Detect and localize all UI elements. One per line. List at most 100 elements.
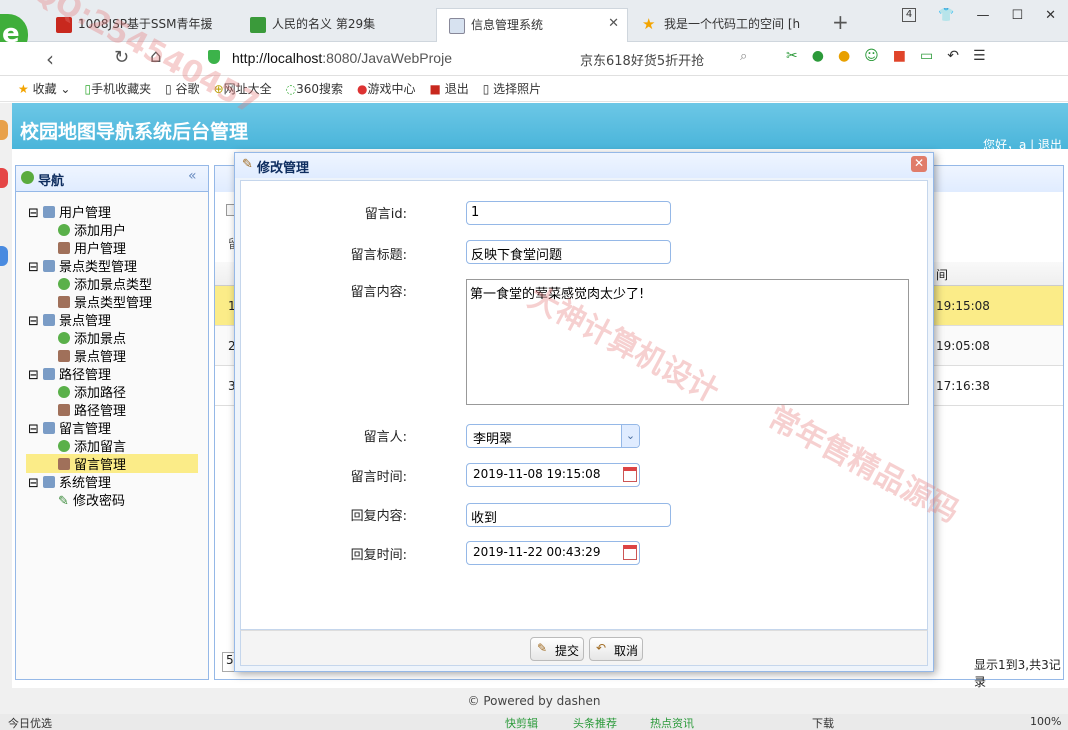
tab-favicon-icon xyxy=(250,17,266,33)
cancel-button[interactable]: ↶ 取消 xyxy=(589,637,643,661)
bookmark-mobile[interactable]: ▯手机收藏夹 xyxy=(84,80,151,101)
nav-item-spot-type-manage[interactable]: 景点类型管理 xyxy=(58,292,152,311)
tab-favicon-icon xyxy=(449,18,465,34)
strip-app-icon[interactable] xyxy=(0,120,8,140)
nav-item-spot-manage[interactable]: 景点管理 xyxy=(58,346,126,365)
browser-tab-4[interactable]: ★ 我是一个代码工的空间 [h xyxy=(630,8,820,42)
nav-group-spots[interactable]: ⊟ 景点管理 xyxy=(28,310,111,329)
status-left[interactable]: 今日优选 xyxy=(8,715,52,730)
bookmark-nav[interactable]: ⊕网址大全 xyxy=(214,80,272,101)
home-icon[interactable]: ⌂ xyxy=(150,46,161,67)
refresh-icon[interactable]: ↻ xyxy=(114,47,129,68)
battery-icon[interactable]: ▭ xyxy=(920,48,933,64)
bookmark-favorites[interactable]: ★ 收藏 ⌄ xyxy=(18,80,70,101)
nav-group-spot-types[interactable]: ⊟ 景点类型管理 xyxy=(28,256,137,275)
bookmark-google[interactable]: ▯ 谷歌 xyxy=(165,80,199,101)
nav-group-system[interactable]: ⊟ 系统管理 xyxy=(28,472,111,491)
label-message-person: 留言人: xyxy=(363,430,407,445)
nav-item-path-manage[interactable]: 路径管理 xyxy=(58,400,126,419)
user-icon xyxy=(58,458,70,470)
strip-app-icon[interactable] xyxy=(0,246,8,266)
label-message-time: 留言时间: xyxy=(350,470,407,485)
reply-time-input[interactable]: 2019-11-22 00:43:29 xyxy=(466,541,640,565)
browser-tab-active[interactable]: 信息管理系统 ✕ xyxy=(436,8,628,42)
message-person-select[interactable]: 李明翠 ⌄ xyxy=(466,424,640,448)
chevron-down-icon[interactable]: ⌄ xyxy=(621,425,639,447)
star-icon: ★ xyxy=(642,15,656,33)
folder-icon xyxy=(43,368,56,380)
nav-item-add-message[interactable]: 添加留言 xyxy=(58,436,126,455)
search-icon[interactable]: ⌕ xyxy=(740,49,747,64)
row-time: 19:05:08 xyxy=(936,339,990,353)
dialog-footer xyxy=(240,630,928,666)
new-tab-button[interactable]: + xyxy=(832,10,849,34)
emoji-icon[interactable]: ☺ xyxy=(864,48,879,64)
close-window-icon[interactable]: ✕ xyxy=(1045,8,1056,32)
bookmark-photos[interactable]: ▯ 选择照片 xyxy=(483,80,541,101)
nav-item-add-spot[interactable]: 添加景点 xyxy=(58,328,126,347)
tab-favicon-icon xyxy=(56,17,72,33)
nav-item-add-spot-type[interactable]: 添加景点类型 xyxy=(58,274,152,293)
undo-icon[interactable]: ↶ xyxy=(947,48,959,64)
nav-item-add-path[interactable]: 添加路径 xyxy=(58,382,126,401)
bookmark-exit[interactable]: ■ 退出 xyxy=(430,80,469,101)
exit-icon: ■ xyxy=(429,82,441,96)
browser-tab-1[interactable]: 1008JSP基于SSM青年援 xyxy=(44,8,234,42)
dialog-close-icon[interactable]: ✕ xyxy=(911,156,927,172)
scissors-icon[interactable]: ✂ xyxy=(786,48,798,64)
nav-group-messages[interactable]: ⊟ 留言管理 xyxy=(28,418,111,437)
nav-item-user-manage[interactable]: 用户管理 xyxy=(58,238,126,257)
strip-app-icon[interactable] xyxy=(0,168,8,188)
folder-icon xyxy=(43,422,56,434)
bookmark-360[interactable]: ◌360搜索 xyxy=(286,80,343,101)
bookmark-games[interactable]: ●游戏中心 xyxy=(357,80,416,101)
menu-icon[interactable]: ☰ xyxy=(973,48,986,64)
nav-group-users[interactable]: ⊟ 用户管理 xyxy=(28,202,111,221)
add-icon xyxy=(58,278,70,290)
pencil-icon: ✎ xyxy=(58,494,69,509)
message-id-input[interactable]: 1 xyxy=(466,201,671,225)
calendar-icon[interactable] xyxy=(623,545,637,560)
nav-item-add-user[interactable]: 添加用户 xyxy=(58,220,126,239)
status-item[interactable]: 下载 xyxy=(812,715,834,730)
message-time-input[interactable]: 2019-11-08 19:15:08 xyxy=(466,463,640,487)
status-item[interactable]: 头条推荐 xyxy=(573,715,617,730)
folder-icon xyxy=(43,206,56,218)
folder-icon xyxy=(43,314,56,326)
undo-icon: ↶ xyxy=(596,641,607,655)
apps-icon[interactable]: ■ xyxy=(893,48,906,64)
add-icon xyxy=(58,224,70,236)
message-title-input[interactable]: 反映下食堂问题 xyxy=(466,240,671,264)
status-item[interactable]: 快剪辑 xyxy=(505,715,538,730)
calendar-icon[interactable] xyxy=(623,467,637,482)
browser-tab-2[interactable]: 人民的名义 第29集 xyxy=(238,8,434,42)
edit-icon: ✎ xyxy=(242,157,253,172)
coin-icon[interactable]: ● xyxy=(838,48,850,64)
collapse-icon[interactable]: « xyxy=(188,168,197,184)
message-content-textarea[interactable]: 第一食堂的荤菜感觉肉太少了! xyxy=(466,279,909,405)
minimize-icon[interactable]: — xyxy=(976,8,989,32)
close-tab-icon[interactable]: ✕ xyxy=(608,16,619,31)
maximize-icon[interactable]: ☐ xyxy=(1011,8,1023,32)
hot-search-text[interactable]: 京东618好货5折开抢 xyxy=(580,47,760,69)
window-count-badge[interactable]: 4 xyxy=(901,8,917,22)
user-icon xyxy=(58,404,70,416)
user-greeting[interactable]: 您好，a | 退出 xyxy=(983,136,1062,153)
column-header-time: 间 xyxy=(936,268,949,282)
shirt-icon[interactable]: 👕 xyxy=(938,8,954,32)
back-icon[interactable]: ‹ xyxy=(46,47,54,71)
status-item[interactable]: 热点资讯 xyxy=(650,715,694,730)
add-icon xyxy=(58,440,70,452)
nav-item-message-manage[interactable]: 留言管理 xyxy=(26,454,198,473)
add-icon xyxy=(58,332,70,344)
url-input[interactable]: http://localhost:8080/JavaWebProje xyxy=(232,47,602,71)
submit-button[interactable]: ✎ 提交 xyxy=(530,637,584,661)
user-icon xyxy=(58,242,70,254)
nav-item-change-password[interactable]: ✎ 修改密码 xyxy=(58,490,125,509)
nav-group-paths[interactable]: ⊟ 路径管理 xyxy=(28,364,111,383)
zoom-level[interactable]: 100% xyxy=(1030,715,1061,728)
translate-icon[interactable]: ● xyxy=(812,48,824,64)
browser-status-bar: 今日优选 快剪辑 头条推荐 热点资讯 下载 100% xyxy=(0,714,1068,730)
label-reply-content: 回复内容: xyxy=(350,509,407,524)
reply-content-input[interactable]: 收到 xyxy=(466,503,671,527)
